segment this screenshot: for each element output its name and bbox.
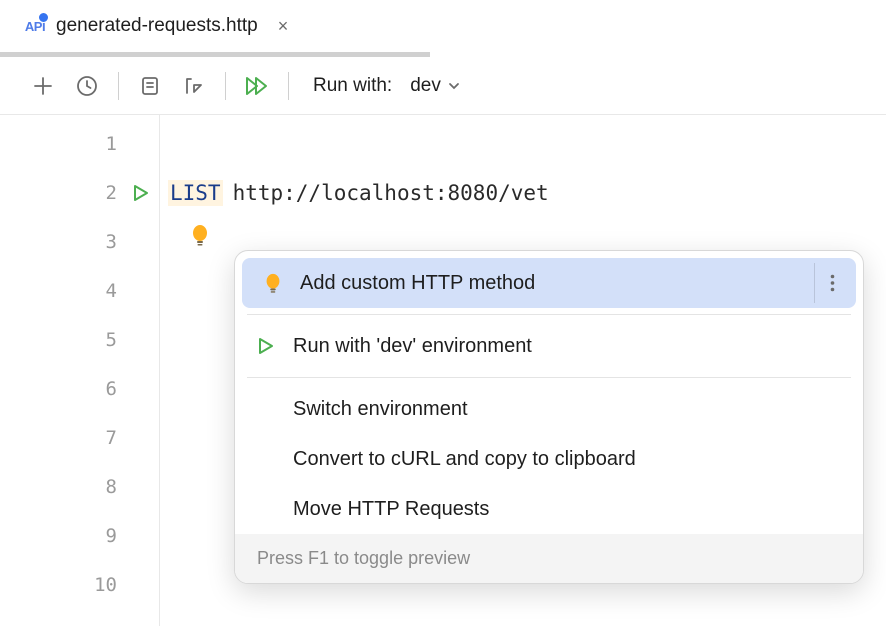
history-button[interactable] [68,67,106,105]
more-options-button[interactable] [814,263,850,303]
popup-item-switch-env[interactable]: Switch environment [235,384,863,434]
popup-item-label: Move HTTP Requests [293,498,489,521]
line-number: 1 [0,119,159,168]
line-number: 5 [0,315,159,364]
code-line: LIST http://localhost:8080/vet [160,168,886,217]
chevron-down-icon [447,79,461,93]
examples-button[interactable] [131,67,169,105]
line-number: 7 [0,413,159,462]
run-with-label: Run with: [313,75,392,97]
popup-item-move-requests[interactable]: Move HTTP Requests [235,484,863,534]
line-number: 10 [0,560,159,609]
run-with-dropdown[interactable]: dev [410,75,461,97]
run-all-button[interactable] [238,67,276,105]
popup-item-run-env[interactable]: Run with 'dev' environment [235,321,863,371]
line-number: 3 [0,217,159,266]
api-file-icon: API [24,15,46,37]
toolbar-separator [118,72,119,100]
editor-tab[interactable]: API generated-requests.http [24,15,258,37]
run-icon [253,336,279,356]
popup-item-label: Switch environment [293,398,468,421]
run-gutter-icon[interactable] [131,183,151,203]
popup-item-label: Add custom HTTP method [300,272,535,295]
toolbar-separator [225,72,226,100]
http-method: LIST [168,180,223,206]
popup-item-label: Convert to cURL and copy to clipboard [293,448,636,471]
run-with-value: dev [410,75,441,97]
popup-separator [247,377,851,378]
tab-bar: API generated-requests.http × [0,0,886,52]
tab-filename: generated-requests.http [56,15,258,37]
add-button[interactable] [24,67,62,105]
intention-popup: Add custom HTTP method Run with 'dev' en… [234,250,864,584]
http-url: http://localhost:8080/vet [233,181,549,205]
popup-item-convert-curl[interactable]: Convert to cURL and copy to clipboard [235,434,863,484]
close-tab-button[interactable]: × [270,12,297,41]
bulb-icon [260,272,286,294]
line-number: 8 [0,462,159,511]
line-number: 6 [0,364,159,413]
editor-toolbar: Run with: dev [0,57,886,115]
toolbar-separator [288,72,289,100]
line-number: 9 [0,511,159,560]
line-number: 4 [0,266,159,315]
popup-item-label: Run with 'dev' environment [293,335,532,358]
popup-separator [247,314,851,315]
line-gutter: 1 2 3 4 5 6 7 8 9 10 [0,115,160,626]
line-number: 2 [0,168,159,217]
import-button[interactable] [175,67,213,105]
popup-footer: Press F1 to toggle preview [235,534,863,583]
popup-item-add-method[interactable]: Add custom HTTP method [242,258,856,308]
intention-bulb-icon[interactable] [188,223,212,247]
